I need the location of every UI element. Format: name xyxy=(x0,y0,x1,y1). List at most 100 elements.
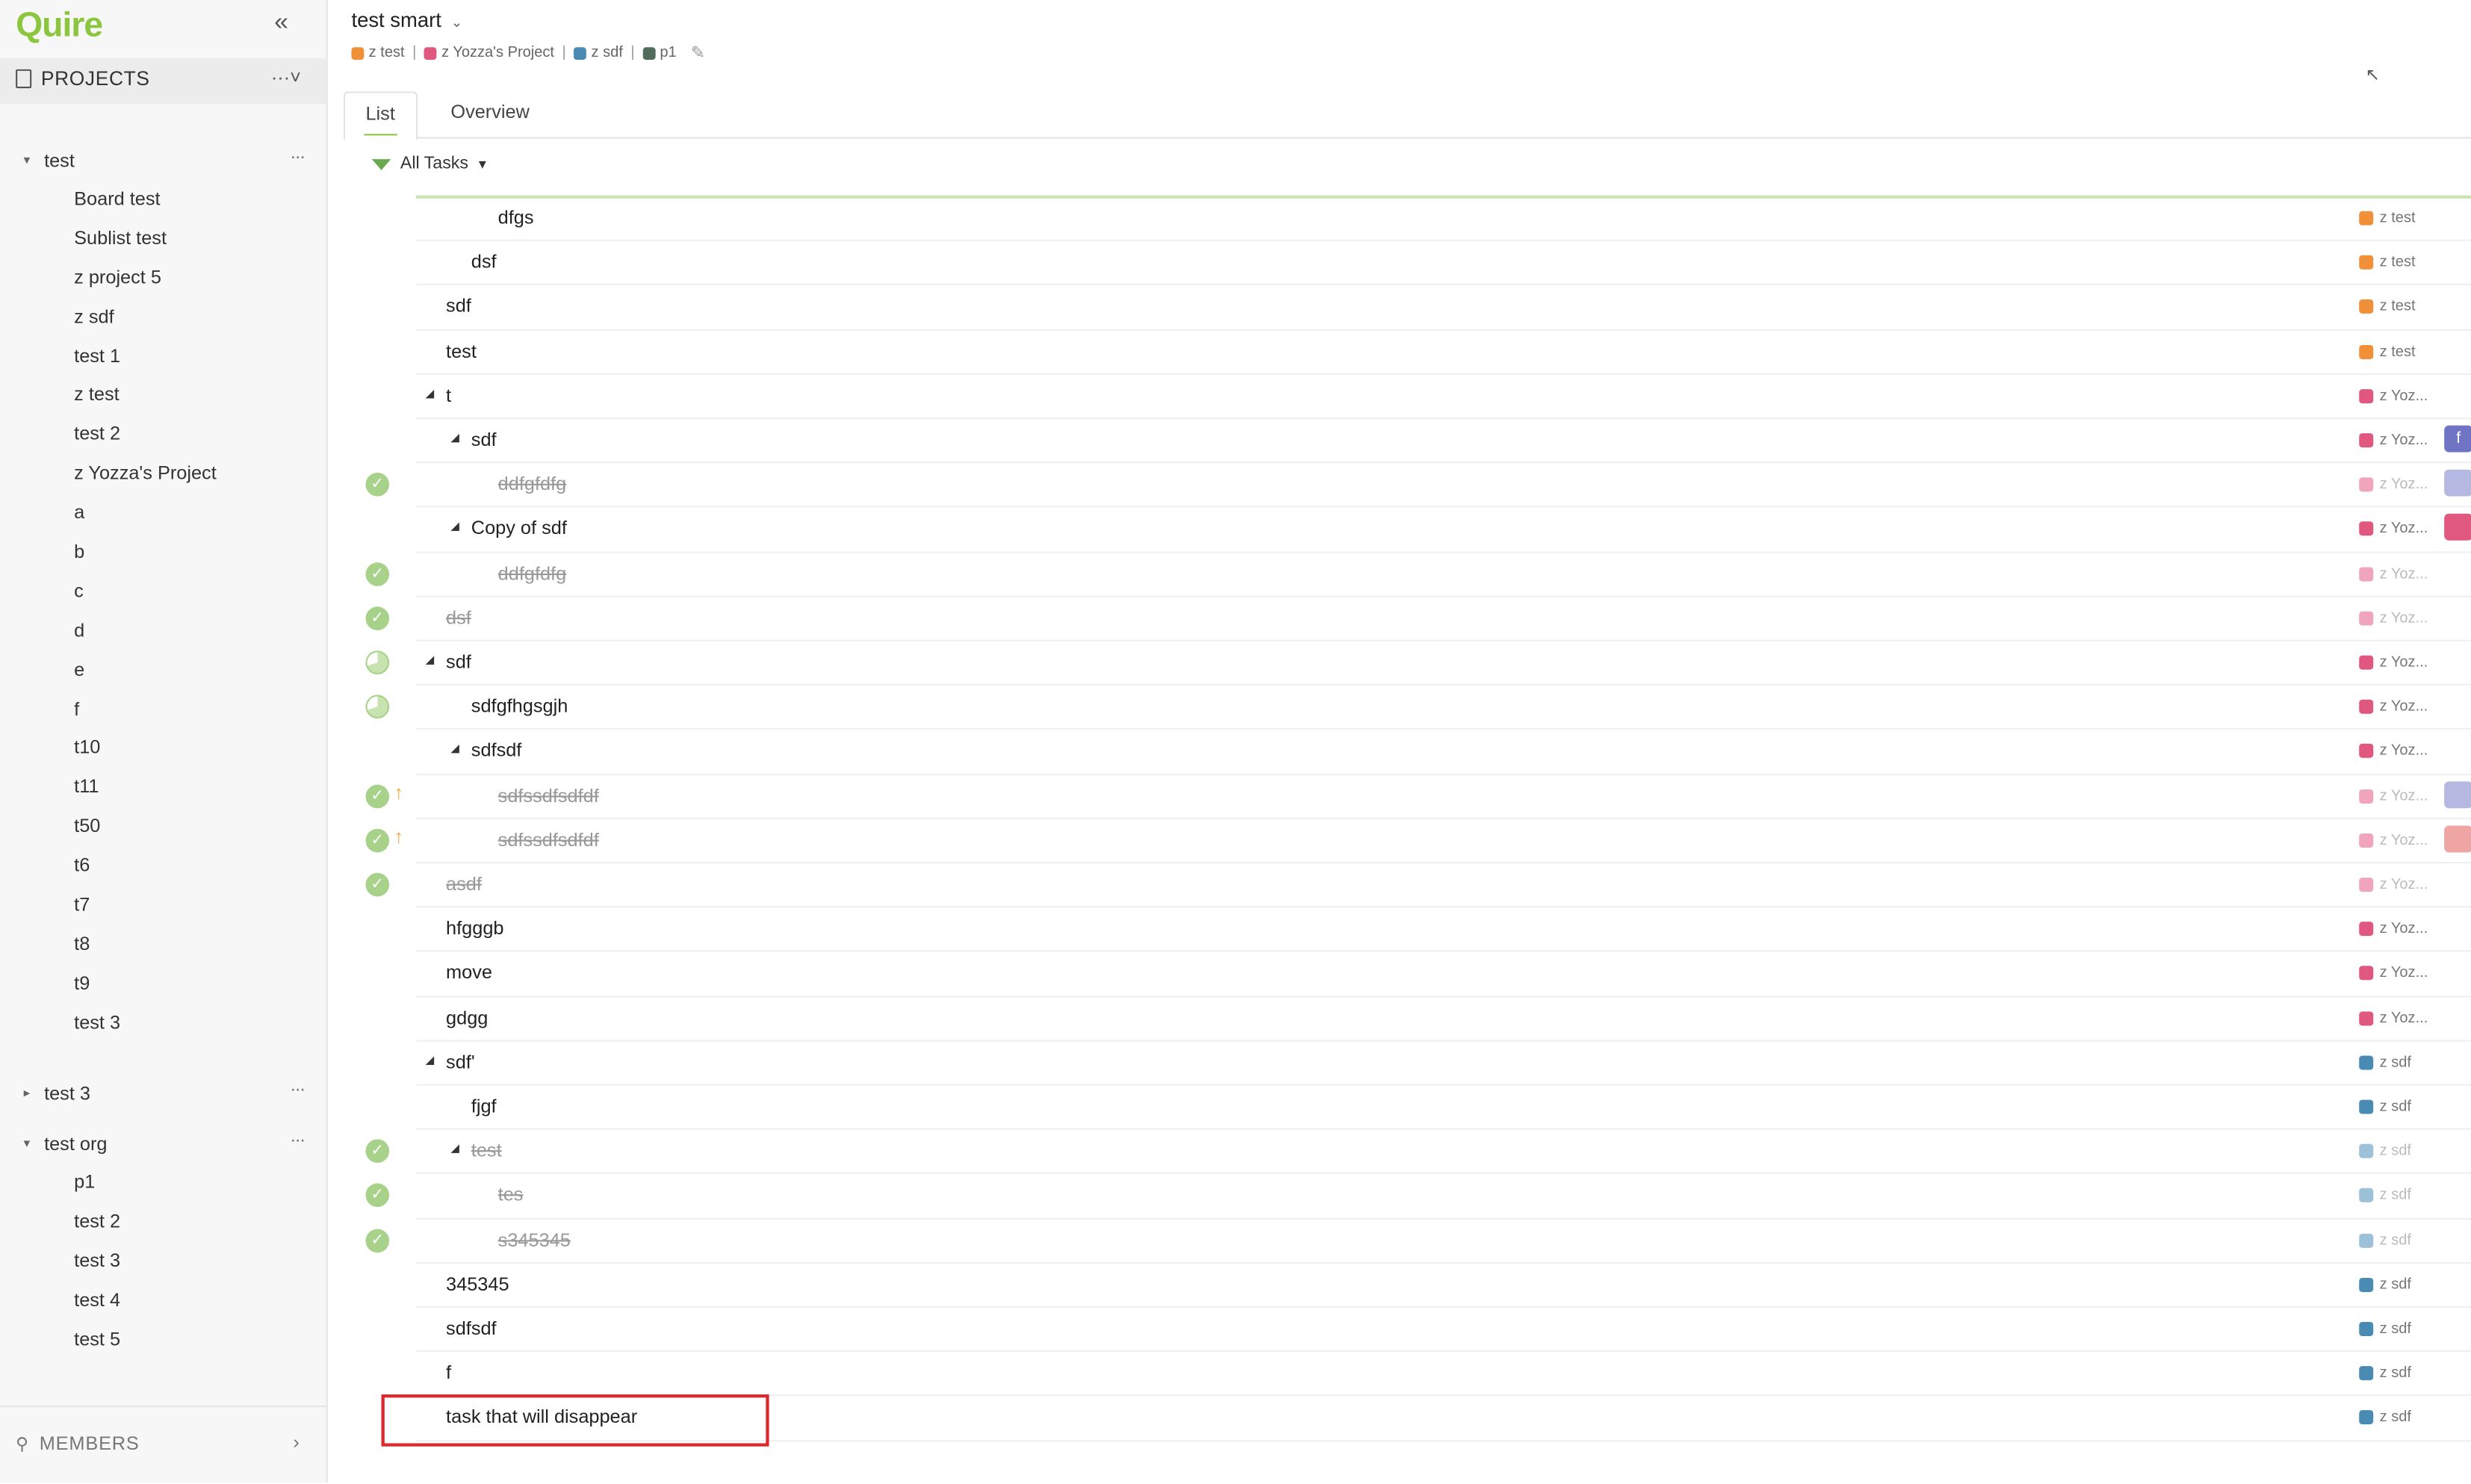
task-project-tag[interactable]: z Yoz... xyxy=(2359,787,2428,804)
sidebar-item[interactable]: test 4 xyxy=(0,1282,326,1322)
task-row[interactable]: ✓ ddfgfdfg z Yoz... xyxy=(365,464,2471,509)
task-name[interactable]: dsf xyxy=(446,606,471,629)
sidebar-item[interactable]: test 3 xyxy=(0,1243,326,1282)
task-name[interactable]: Copy of sdf xyxy=(471,518,567,540)
task-name[interactable]: gdgg xyxy=(446,1006,488,1028)
assignee-avatar[interactable] xyxy=(2444,514,2471,541)
task-row[interactable]: ◢ sdf' z sdf xyxy=(415,1041,2471,1086)
task-project-tag[interactable]: z Yoz... xyxy=(2359,432,2428,449)
task-row[interactable]: dsf z test xyxy=(415,241,2471,286)
task-project-tag[interactable]: z sdf xyxy=(2359,1098,2411,1116)
sidebar-item[interactable]: t11 xyxy=(0,769,326,809)
completed-check-icon[interactable]: ✓ xyxy=(365,783,390,808)
sidebar-item[interactable]: f xyxy=(0,691,326,730)
assignee-avatar[interactable] xyxy=(2444,780,2471,808)
progress-circle-icon[interactable] xyxy=(365,651,390,674)
task-project-tag[interactable]: z test xyxy=(2359,210,2416,227)
task-row[interactable]: move z Yoz... xyxy=(415,952,2471,997)
projects-menu-icon[interactable]: ···˅ xyxy=(271,66,301,89)
task-project-tag[interactable]: z Yoz... xyxy=(2359,1009,2428,1027)
task-project-tag[interactable]: z Yoz... xyxy=(2359,831,2428,849)
completed-check-icon[interactable]: ✓ xyxy=(365,828,390,852)
sidebar-item[interactable]: t7 xyxy=(0,887,326,927)
sidebar-group-header[interactable]: ▾ test org ··· xyxy=(0,1126,326,1164)
breadcrumb-item[interactable]: z test xyxy=(351,44,405,61)
task-row[interactable]: ✓ ◢ test z sdf xyxy=(365,1130,2471,1175)
task-name[interactable]: 345345 xyxy=(446,1273,509,1295)
collapse-sidebar-icon[interactable]: « xyxy=(274,10,288,38)
task-project-tag[interactable]: z test xyxy=(2359,343,2416,360)
task-name[interactable]: sdf xyxy=(471,429,497,451)
task-project-tag[interactable]: z sdf xyxy=(2359,1409,2411,1426)
progress-circle-icon[interactable] xyxy=(365,695,390,719)
task-row[interactable]: gdgg z Yoz... xyxy=(415,997,2471,1042)
breadcrumb-item[interactable]: z Yozza's Project xyxy=(424,44,554,61)
sidebar-item[interactable]: p1 xyxy=(0,1164,326,1204)
task-name[interactable]: sdf' xyxy=(446,1051,475,1073)
task-name[interactable]: move xyxy=(446,962,492,984)
breadcrumb-item[interactable]: z sdf xyxy=(574,44,623,61)
task-row[interactable]: ✓ ↑ sdfssdfsdfdf z Yoz... xyxy=(365,819,2471,864)
task-name[interactable]: asdf xyxy=(446,873,482,895)
task-name[interactable]: sdf xyxy=(446,295,471,317)
task-name[interactable]: fjgf xyxy=(471,1095,497,1117)
task-name[interactable]: sdfgfhgsgjh xyxy=(471,695,568,718)
task-project-tag[interactable]: z Yoz... xyxy=(2359,742,2428,760)
tab-overview[interactable]: Overview xyxy=(430,91,550,137)
expand-triangle-icon[interactable]: ◢ xyxy=(450,432,459,444)
sidebar-item[interactable]: test 1 xyxy=(0,338,326,378)
expand-triangle-icon[interactable]: ◢ xyxy=(426,1054,434,1067)
task-project-tag[interactable]: z sdf xyxy=(2359,1276,2411,1294)
task-project-tag[interactable]: z Yoz... xyxy=(2359,698,2428,715)
task-name[interactable]: ddfgfdfg xyxy=(498,473,567,495)
expand-arrow-icon[interactable]: ▾ xyxy=(24,153,30,167)
task-project-tag[interactable]: z test xyxy=(2359,254,2416,271)
task-row[interactable]: ◢ sdf z Yoz... xyxy=(365,642,2471,686)
task-name[interactable]: dsf xyxy=(471,251,497,273)
task-name[interactable]: sdf xyxy=(446,651,471,673)
sidebar-item[interactable]: test 5 xyxy=(0,1321,326,1361)
task-row[interactable]: ◢ t z Yoz... xyxy=(415,375,2471,420)
sidebar-item[interactable]: z sdf xyxy=(0,299,326,338)
expand-arrow-icon[interactable]: ▾ xyxy=(24,1136,30,1150)
task-name[interactable]: tes xyxy=(498,1184,524,1206)
task-project-tag[interactable]: z Yoz... xyxy=(2359,965,2428,982)
task-name[interactable]: hfgggb xyxy=(446,917,503,940)
completed-check-icon[interactable]: ✓ xyxy=(365,473,390,497)
task-row[interactable]: hfgggb z Yoz... xyxy=(415,908,2471,953)
sidebar-item[interactable]: z Yozza's Project xyxy=(0,456,326,495)
more-options-icon[interactable]: ··· xyxy=(290,1078,306,1100)
task-name[interactable]: s345345 xyxy=(498,1229,571,1251)
more-options-icon[interactable]: ··· xyxy=(290,1128,306,1151)
sidebar-item[interactable]: d xyxy=(0,612,326,652)
task-project-tag[interactable]: z Yoz... xyxy=(2359,654,2428,671)
filter-dropdown[interactable]: All Tasks ▼ xyxy=(371,155,489,173)
task-row[interactable]: dfgs z test xyxy=(415,197,2471,242)
sidebar-item[interactable]: t50 xyxy=(0,809,326,848)
task-row[interactable]: ✓ dsf z Yoz... xyxy=(365,597,2471,642)
sidebar-item[interactable]: Board test xyxy=(0,181,326,221)
task-project-tag[interactable]: z sdf xyxy=(2359,1054,2411,1071)
sidebar-item[interactable]: t8 xyxy=(0,926,326,966)
task-row[interactable]: ◢ sdfsdf z Yoz... xyxy=(415,730,2471,775)
expand-triangle-icon[interactable]: ◢ xyxy=(426,388,434,400)
task-project-tag[interactable]: z sdf xyxy=(2359,1232,2411,1249)
sidebar-item[interactable]: z project 5 xyxy=(0,260,326,299)
sidebar-group-header[interactable]: ▾ test ··· xyxy=(0,143,326,181)
task-row[interactable]: ✓ ↑ sdfssdfsdfdf z Yoz... xyxy=(365,774,2471,819)
completed-check-icon[interactable]: ✓ xyxy=(365,606,390,630)
task-name[interactable]: ddfgfdfg xyxy=(498,562,567,584)
task-project-tag[interactable]: z Yoz... xyxy=(2359,388,2428,405)
task-name[interactable]: dfgs xyxy=(498,206,534,229)
task-row[interactable]: f z sdf xyxy=(415,1353,2471,1397)
sidebar-item[interactable]: test 2 xyxy=(0,1204,326,1244)
expand-triangle-icon[interactable]: ◢ xyxy=(426,654,434,667)
task-row[interactable]: ✓ ddfgfdfg z Yoz... xyxy=(365,553,2471,597)
assignee-avatar[interactable]: f xyxy=(2444,425,2471,453)
sidebar-item[interactable]: b xyxy=(0,534,326,574)
tab-list[interactable]: List xyxy=(343,91,418,140)
task-name[interactable]: test xyxy=(471,1140,502,1162)
expand-triangle-icon[interactable]: ◢ xyxy=(450,742,459,756)
assignee-avatar[interactable] xyxy=(2444,825,2471,852)
task-row[interactable]: fjgf z sdf xyxy=(415,1086,2471,1131)
